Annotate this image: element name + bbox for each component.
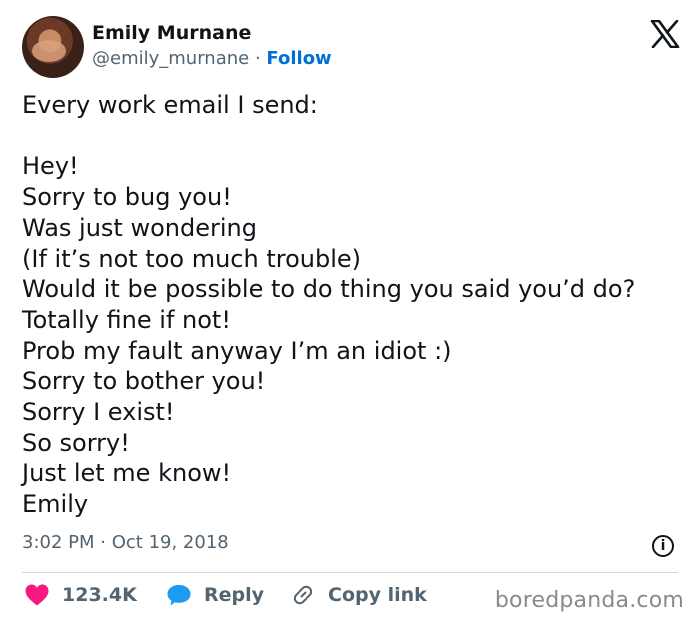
tweet-line: (If it’s not too much trouble): [22, 244, 361, 273]
like-count: 123.4K: [62, 584, 137, 606]
tweet-line: Sorry I exist!: [22, 398, 175, 427]
tweet-line: Was just wondering: [22, 213, 257, 242]
tweet-line: Just let me know!: [22, 459, 232, 488]
tweet-date: Oct 19, 2018: [111, 532, 229, 553]
tweet-text: Every work email I send: Hey! Sorry to b…: [22, 90, 692, 520]
tweet-line: Sorry to bug you!: [22, 183, 232, 212]
speech-bubble-icon: [167, 585, 191, 606]
tweet-time: 3:02 PM: [22, 532, 95, 553]
tweet-line: Emily: [22, 490, 89, 519]
tweet-intro: Every work email I send:: [22, 91, 318, 119]
reply-button[interactable]: Reply: [166, 583, 264, 607]
heart-icon: [25, 584, 49, 606]
author-handle[interactable]: @emily_murnane: [92, 48, 249, 69]
follow-button[interactable]: Follow: [266, 48, 331, 69]
reply-label: Reply: [204, 584, 265, 606]
tweet-line: Totally fine if not!: [22, 305, 231, 334]
tweet-line: Sorry to bother you!: [22, 367, 266, 396]
tweet-timestamp[interactable]: 3:02 PM · Oct 19, 2018: [22, 532, 229, 553]
handle-separator: ·: [254, 48, 261, 69]
like-button[interactable]: 123.4K: [24, 583, 137, 607]
watermark: boredpanda.com: [494, 588, 684, 613]
avatar[interactable]: [22, 16, 84, 78]
link-icon: [293, 585, 313, 605]
copy-link-label: Copy link: [328, 584, 427, 606]
meta-separator: ·: [100, 532, 106, 553]
info-icon[interactable]: i: [652, 535, 674, 557]
x-logo-icon[interactable]: [650, 20, 680, 48]
author-name[interactable]: Emily Murnane: [92, 22, 251, 44]
tweet-line: Prob my fault anyway I’m an idiot :): [22, 336, 452, 365]
tweet-line: Would it be possible to do thing you sai…: [22, 275, 636, 304]
author-handle-row: @emily_murnane · Follow: [92, 48, 332, 69]
tweet-line: Hey!: [22, 152, 79, 181]
copy-link-button[interactable]: Copy link: [290, 583, 427, 607]
tweet-card: Emily Murnane @emily_murnane · Follow Ev…: [0, 0, 700, 624]
divider: [22, 572, 678, 573]
tweet-line: So sorry!: [22, 428, 130, 457]
